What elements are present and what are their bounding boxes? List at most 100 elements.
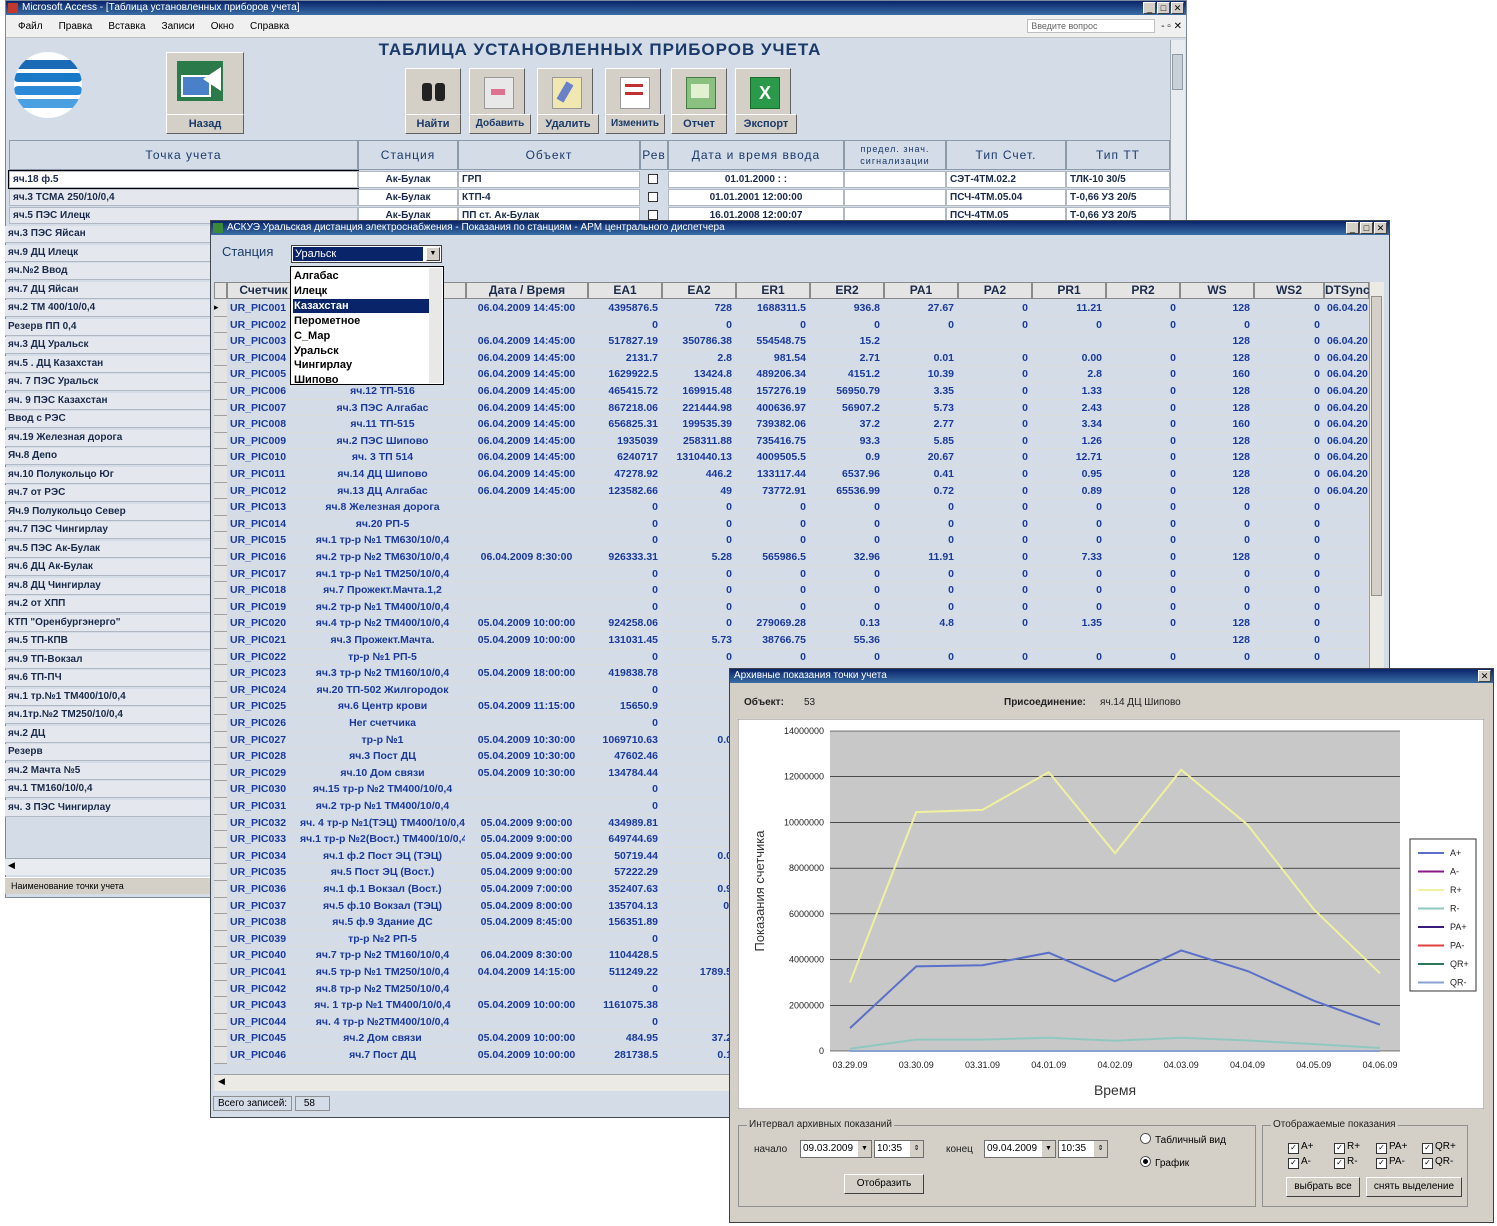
grid-cell[interactable]: 06.04.20 — [1324, 449, 1369, 466]
grid-cell[interactable]: UR_PIC023 — [227, 665, 300, 682]
grid-cell[interactable]: 0 — [662, 515, 736, 533]
export-button[interactable]: X — [735, 68, 791, 118]
row-selector[interactable] — [214, 333, 227, 350]
grid-cell[interactable]: яч.4 тр-р №2 ТМ400/10/0,4 — [300, 615, 466, 632]
grid-cell[interactable] — [662, 781, 736, 798]
minimize-icon[interactable]: _ — [1346, 222, 1359, 234]
grid-cell[interactable]: 7.33 — [1032, 549, 1106, 566]
maximize-icon[interactable]: □ — [1360, 222, 1373, 234]
grid-cell[interactable]: 489206.34 — [736, 366, 810, 383]
row-selector[interactable] — [214, 930, 227, 948]
grid-cell[interactable]: 0 — [958, 499, 1032, 516]
report-button[interactable] — [671, 68, 727, 118]
grid-cell[interactable]: 0 — [1254, 432, 1324, 450]
grid-cell[interactable]: 0 — [1106, 532, 1180, 549]
grid-cell[interactable]: 2.77 — [884, 416, 958, 433]
grid-cell[interactable]: яч.3 Пост ДЦ — [300, 748, 466, 765]
delete-label[interactable]: Удалить — [537, 114, 599, 134]
grid-cell[interactable]: 0 — [1032, 582, 1106, 599]
back-button[interactable] — [166, 52, 244, 116]
grid-cell[interactable]: 281738.5 — [588, 1047, 662, 1064]
grid-cell[interactable]: 06.04.20 — [1324, 399, 1369, 417]
grid-cell[interactable]: 0 — [1032, 515, 1106, 533]
row-selector[interactable] — [214, 997, 227, 1014]
grid-cell[interactable]: 06.04.20 — [1324, 466, 1369, 483]
grid-cell[interactable]: 05.04.2009 10:00:00 — [466, 1047, 588, 1064]
grid-cell[interactable]: 0 — [958, 532, 1032, 549]
grid-cell[interactable] — [662, 864, 736, 881]
grid-cell[interactable]: 0 — [810, 316, 884, 334]
grid-cell[interactable]: 258311.88 — [662, 432, 736, 450]
grid-cell[interactable]: UR_PIC040 — [227, 947, 300, 964]
grid-cell[interactable]: 0 — [736, 532, 810, 549]
grid-cell[interactable] — [466, 532, 588, 549]
grid-cell[interactable]: 0 — [958, 648, 1032, 666]
grid-cell[interactable]: 0 — [958, 432, 1032, 450]
grid-cell[interactable]: UR_PIC046 — [227, 1047, 300, 1064]
grid-cell[interactable]: 05.04.2009 9:00:00 — [466, 831, 588, 848]
grid-cell[interactable]: 49 — [662, 482, 736, 500]
grid-cell[interactable] — [466, 582, 588, 599]
grid-cell[interactable]: 05.04.2009 10:30:00 — [466, 764, 588, 782]
menu-records[interactable]: Записи — [162, 21, 195, 32]
grid-cell[interactable]: UR_PIC014 — [227, 515, 300, 533]
row-selector[interactable] — [214, 615, 227, 632]
grid-cell[interactable]: 93.3 — [810, 432, 884, 450]
row-selector[interactable] — [214, 383, 227, 400]
grid-cell[interactable]: 128 — [1180, 349, 1254, 367]
col-rev[interactable]: Рев — [640, 140, 668, 170]
view-graph-radio[interactable]: График — [1140, 1156, 1189, 1169]
grid-cell[interactable]: 926333.31 — [588, 549, 662, 566]
grid-cell[interactable]: 924258.06 — [588, 615, 662, 632]
row-selector[interactable] — [214, 764, 227, 782]
col-point[interactable]: Точка учета — [9, 140, 358, 170]
grid-cell[interactable]: яч.20 ТП-502 Жилгородок — [300, 681, 466, 699]
grid-cell[interactable]: яч.5 тр-р №1 ТМ250/10/0,4 — [300, 964, 466, 981]
grid-cell[interactable]: 400636.97 — [736, 399, 810, 417]
grid-cell[interactable]: яч.1 ф.1 Вокзал (Вост.) — [300, 881, 466, 898]
grid-cell[interactable]: 50719.44 — [588, 847, 662, 865]
grid-cell[interactable]: UR_PIC016 — [227, 549, 300, 566]
grid-cell[interactable]: 4151.2 — [810, 366, 884, 383]
grid-cell[interactable]: 1310440.13 — [662, 449, 736, 466]
grid-cell[interactable]: 1.35 — [1032, 615, 1106, 632]
start-time-input[interactable]: 10:35 ⇕ — [874, 1140, 924, 1158]
check-a-plus[interactable]: ✓ A+ — [1288, 1141, 1314, 1154]
row-selector[interactable] — [214, 499, 227, 516]
grid-cell[interactable]: 0 — [1180, 598, 1254, 616]
grid-cell[interactable]: 0 — [588, 715, 662, 732]
grid-cell[interactable]: 0 — [1106, 416, 1180, 433]
grid-cell[interactable]: яч.2 тр-р №1 ТМ400/10/0,4 — [300, 598, 466, 616]
grid-cell[interactable] — [662, 1013, 736, 1031]
grid-cell[interactable]: яч.2 тр-р №2 ТМ630/10/0,4 — [300, 549, 466, 566]
grid-cell[interactable]: 73772.91 — [736, 482, 810, 500]
grid-cell[interactable]: 0 — [1032, 532, 1106, 549]
grid-cell[interactable]: 0 — [662, 598, 736, 616]
col-datetime[interactable]: Дата / Время — [466, 282, 588, 299]
grid-cell[interactable]: UR_PIC043 — [227, 997, 300, 1014]
grid-cell[interactable]: 06.04.20 — [1324, 383, 1369, 400]
grid-cell[interactable]: 128 — [1180, 632, 1254, 649]
grid-cell[interactable]: 128 — [1180, 300, 1254, 317]
grid-cell[interactable] — [466, 565, 588, 583]
grid-cell[interactable]: UR_PIC018 — [227, 582, 300, 599]
grid-cell[interactable]: 06.04.20 — [1324, 300, 1369, 317]
grid-cell[interactable]: 0 — [1106, 582, 1180, 599]
row-selector[interactable] — [214, 748, 227, 765]
grid-cell[interactable]: 0 — [1032, 316, 1106, 334]
col-ws2[interactable]: WS2 — [1254, 282, 1324, 299]
grid-cell[interactable]: UR_PIC026 — [227, 715, 300, 732]
grid-cell[interactable]: 0 — [662, 565, 736, 583]
grid-cell[interactable]: 0 — [884, 532, 958, 549]
grid-cell[interactable]: UR_PIC042 — [227, 980, 300, 998]
grid-cell[interactable]: 0 — [1180, 532, 1254, 549]
grid-cell[interactable]: 0 — [958, 399, 1032, 417]
grid-cell[interactable]: 0 — [1106, 432, 1180, 450]
export-label[interactable]: Экспорт — [735, 114, 797, 134]
grid-cell[interactable]: 0 — [958, 316, 1032, 334]
check-r-plus[interactable]: ✓ R+ — [1334, 1141, 1360, 1154]
grid-cell[interactable]: 0 — [736, 598, 810, 616]
grid-cell[interactable]: 0 — [958, 482, 1032, 500]
grid-cell[interactable]: 446.2 — [662, 466, 736, 483]
row-selector[interactable] — [214, 847, 227, 865]
